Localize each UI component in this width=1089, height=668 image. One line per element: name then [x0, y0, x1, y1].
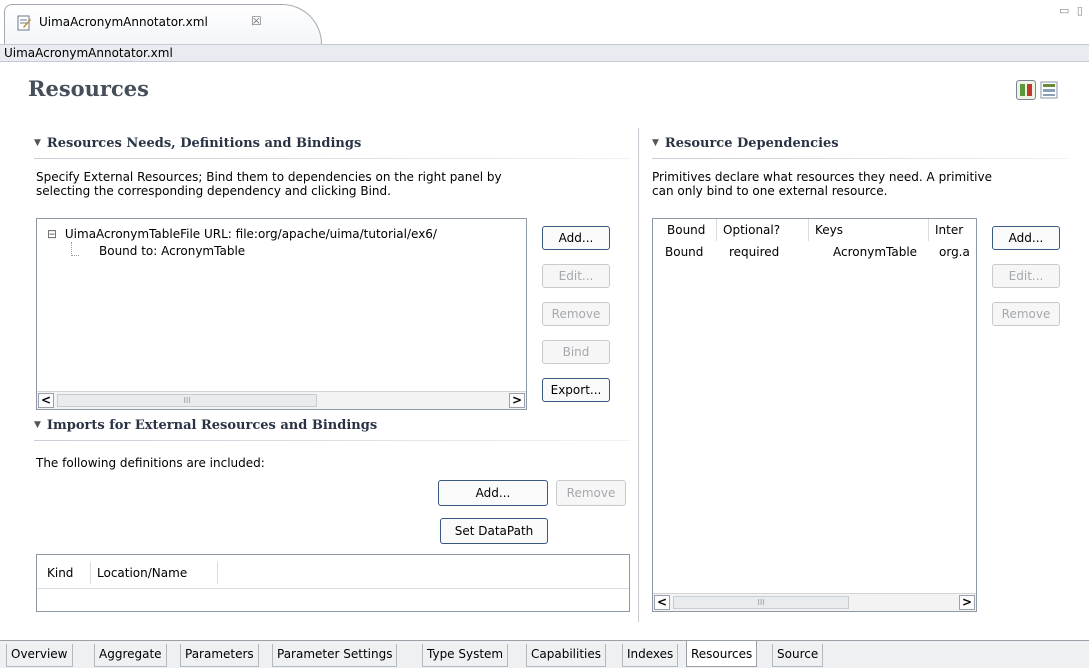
add-resource-button[interactable]: Add...: [542, 226, 610, 250]
export-button[interactable]: Export...: [542, 378, 610, 402]
panel-divider[interactable]: [638, 128, 639, 622]
edit-dependency-button[interactable]: Edit...: [992, 264, 1060, 288]
editor-tab[interactable]: UimaAcronymAnnotator.xml ☒: [4, 4, 322, 44]
add-import-button[interactable]: Add...: [438, 480, 548, 506]
close-icon[interactable]: ☒: [251, 14, 262, 28]
add-dependency-button[interactable]: Add...: [992, 226, 1060, 250]
tree-node[interactable]: ⊟ UimaAcronymTableFile URL: file:org/apa…: [47, 227, 437, 241]
collapse-twisty-icon[interactable]: ▼: [34, 138, 41, 148]
scroll-left-icon[interactable]: <: [654, 595, 670, 610]
xml-file-icon: [17, 15, 31, 31]
imports-header[interactable]: ▼ Imports for External Resources and Bind…: [34, 418, 377, 433]
tab-source[interactable]: Source: [772, 644, 824, 667]
section-title: Resources Needs, Definitions and Binding…: [46, 136, 362, 151]
tree-connector: [71, 242, 79, 256]
tab-type-system[interactable]: Type System: [422, 644, 509, 667]
section-divider: [34, 440, 630, 441]
horizontal-scrollbar[interactable]: < III >: [37, 391, 526, 409]
section-divider: [652, 158, 1068, 159]
editor-tab-title: UimaAcronymAnnotator.xml: [39, 15, 208, 29]
scroll-left-icon[interactable]: <: [38, 393, 54, 408]
imports-table[interactable]: Kind Location/Name: [36, 554, 630, 612]
remove-import-button[interactable]: Remove: [556, 480, 626, 506]
column-header-location[interactable]: Location/Name: [91, 562, 218, 584]
collapse-twisty-icon[interactable]: ▼: [652, 138, 659, 148]
scroll-thumb[interactable]: III: [57, 394, 317, 407]
resources-needs-header[interactable]: ▼ Resources Needs, Definitions and Bindin…: [34, 136, 361, 151]
horizontal-layout-icon[interactable]: [1016, 80, 1036, 100]
remove-resource-button[interactable]: Remove: [542, 302, 610, 326]
breadcrumb: UimaAcronymAnnotator.xml: [0, 44, 1089, 62]
resource-dependencies-table[interactable]: Bound Optional? Keys Inter Bound require…: [652, 218, 977, 612]
tab-aggregate[interactable]: Aggregate: [94, 644, 167, 667]
scroll-thumb[interactable]: III: [673, 596, 849, 609]
section-divider: [34, 158, 630, 159]
tab-overview[interactable]: Overview: [6, 644, 73, 667]
scroll-right-icon[interactable]: >: [959, 595, 975, 610]
description-line: Primitives declare what resources they n…: [652, 170, 993, 184]
description-line: selecting the corresponding dependency a…: [36, 184, 391, 198]
column-header-bound[interactable]: Bound: [661, 219, 717, 241]
description-line: Specify External Resources; Bind them to…: [36, 170, 502, 184]
tab-parameters[interactable]: Parameters: [180, 644, 259, 667]
tab-indexes[interactable]: Indexes: [622, 644, 679, 667]
page-title: Resources: [28, 76, 149, 101]
table-row[interactable]: Bound required AcronymTable org.a: [653, 245, 976, 263]
editor-page-tabs: Overview Aggregate Parameters Parameter …: [0, 640, 1089, 668]
table-header: Bound Optional? Keys Inter: [653, 219, 976, 243]
description-line: can only bind to one external resource.: [652, 184, 888, 198]
column-header-optional[interactable]: Optional?: [717, 219, 809, 241]
resource-dependencies-header[interactable]: ▼ Resource Dependencies: [652, 136, 839, 151]
tree-node-label: UimaAcronymTableFile URL: file:org/apach…: [64, 227, 437, 241]
resources-needs-description: Specify External Resources; Bind them to…: [36, 170, 502, 198]
table-header: Kind Location/Name: [37, 555, 629, 589]
collapse-twisty-icon[interactable]: ▼: [34, 420, 41, 430]
vertical-layout-icon[interactable]: [1040, 80, 1058, 100]
section-title: Imports for External Resources and Bindi…: [46, 418, 378, 433]
cell-optional: required: [729, 245, 780, 259]
cell-keys: AcronymTable: [833, 245, 918, 259]
horizontal-scrollbar[interactable]: < III >: [653, 593, 976, 611]
column-header-keys[interactable]: Keys: [809, 219, 929, 241]
tab-capabilities[interactable]: Capabilities: [526, 644, 606, 667]
minimize-maximize-icon[interactable]: ▭ ▯: [1059, 4, 1085, 17]
tree-child-node[interactable]: Bound to: AcronymTable: [99, 244, 245, 258]
cell-interface: org.a: [939, 245, 970, 259]
column-header-kind[interactable]: Kind: [41, 562, 91, 584]
imports-description: The following definitions are included:: [36, 456, 265, 470]
scroll-right-icon[interactable]: >: [509, 393, 525, 408]
cell-bound: Bound: [665, 245, 704, 259]
resource-dependencies-description: Primitives declare what resources they n…: [652, 170, 992, 198]
editor-tab-strip: UimaAcronymAnnotator.xml ☒ ▭ ▯: [0, 0, 1089, 44]
column-header-interface[interactable]: Inter: [929, 219, 976, 241]
set-datapath-button[interactable]: Set DataPath: [440, 518, 548, 544]
external-resources-tree[interactable]: ⊟ UimaAcronymTableFile URL: file:org/apa…: [36, 218, 527, 410]
tab-resources[interactable]: Resources: [686, 641, 758, 667]
tab-parameter-settings[interactable]: Parameter Settings: [272, 644, 398, 667]
edit-resource-button[interactable]: Edit...: [542, 264, 610, 288]
tree-expander-icon[interactable]: ⊟: [47, 227, 57, 241]
remove-dependency-button[interactable]: Remove: [992, 302, 1060, 326]
section-title: Resource Dependencies: [664, 136, 839, 151]
bind-button[interactable]: Bind: [542, 340, 610, 364]
